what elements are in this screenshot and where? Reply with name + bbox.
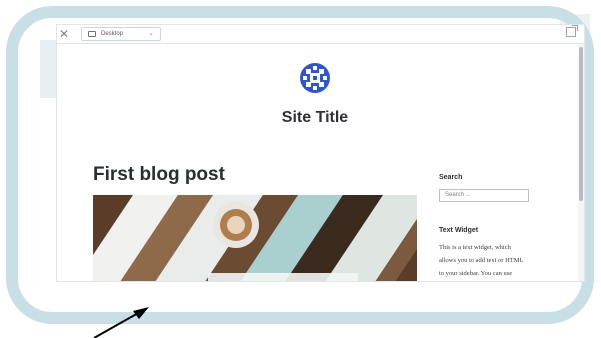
arrow-pointer <box>93 307 149 338</box>
arrow-head <box>133 307 149 319</box>
arrow-shaft <box>93 311 141 338</box>
